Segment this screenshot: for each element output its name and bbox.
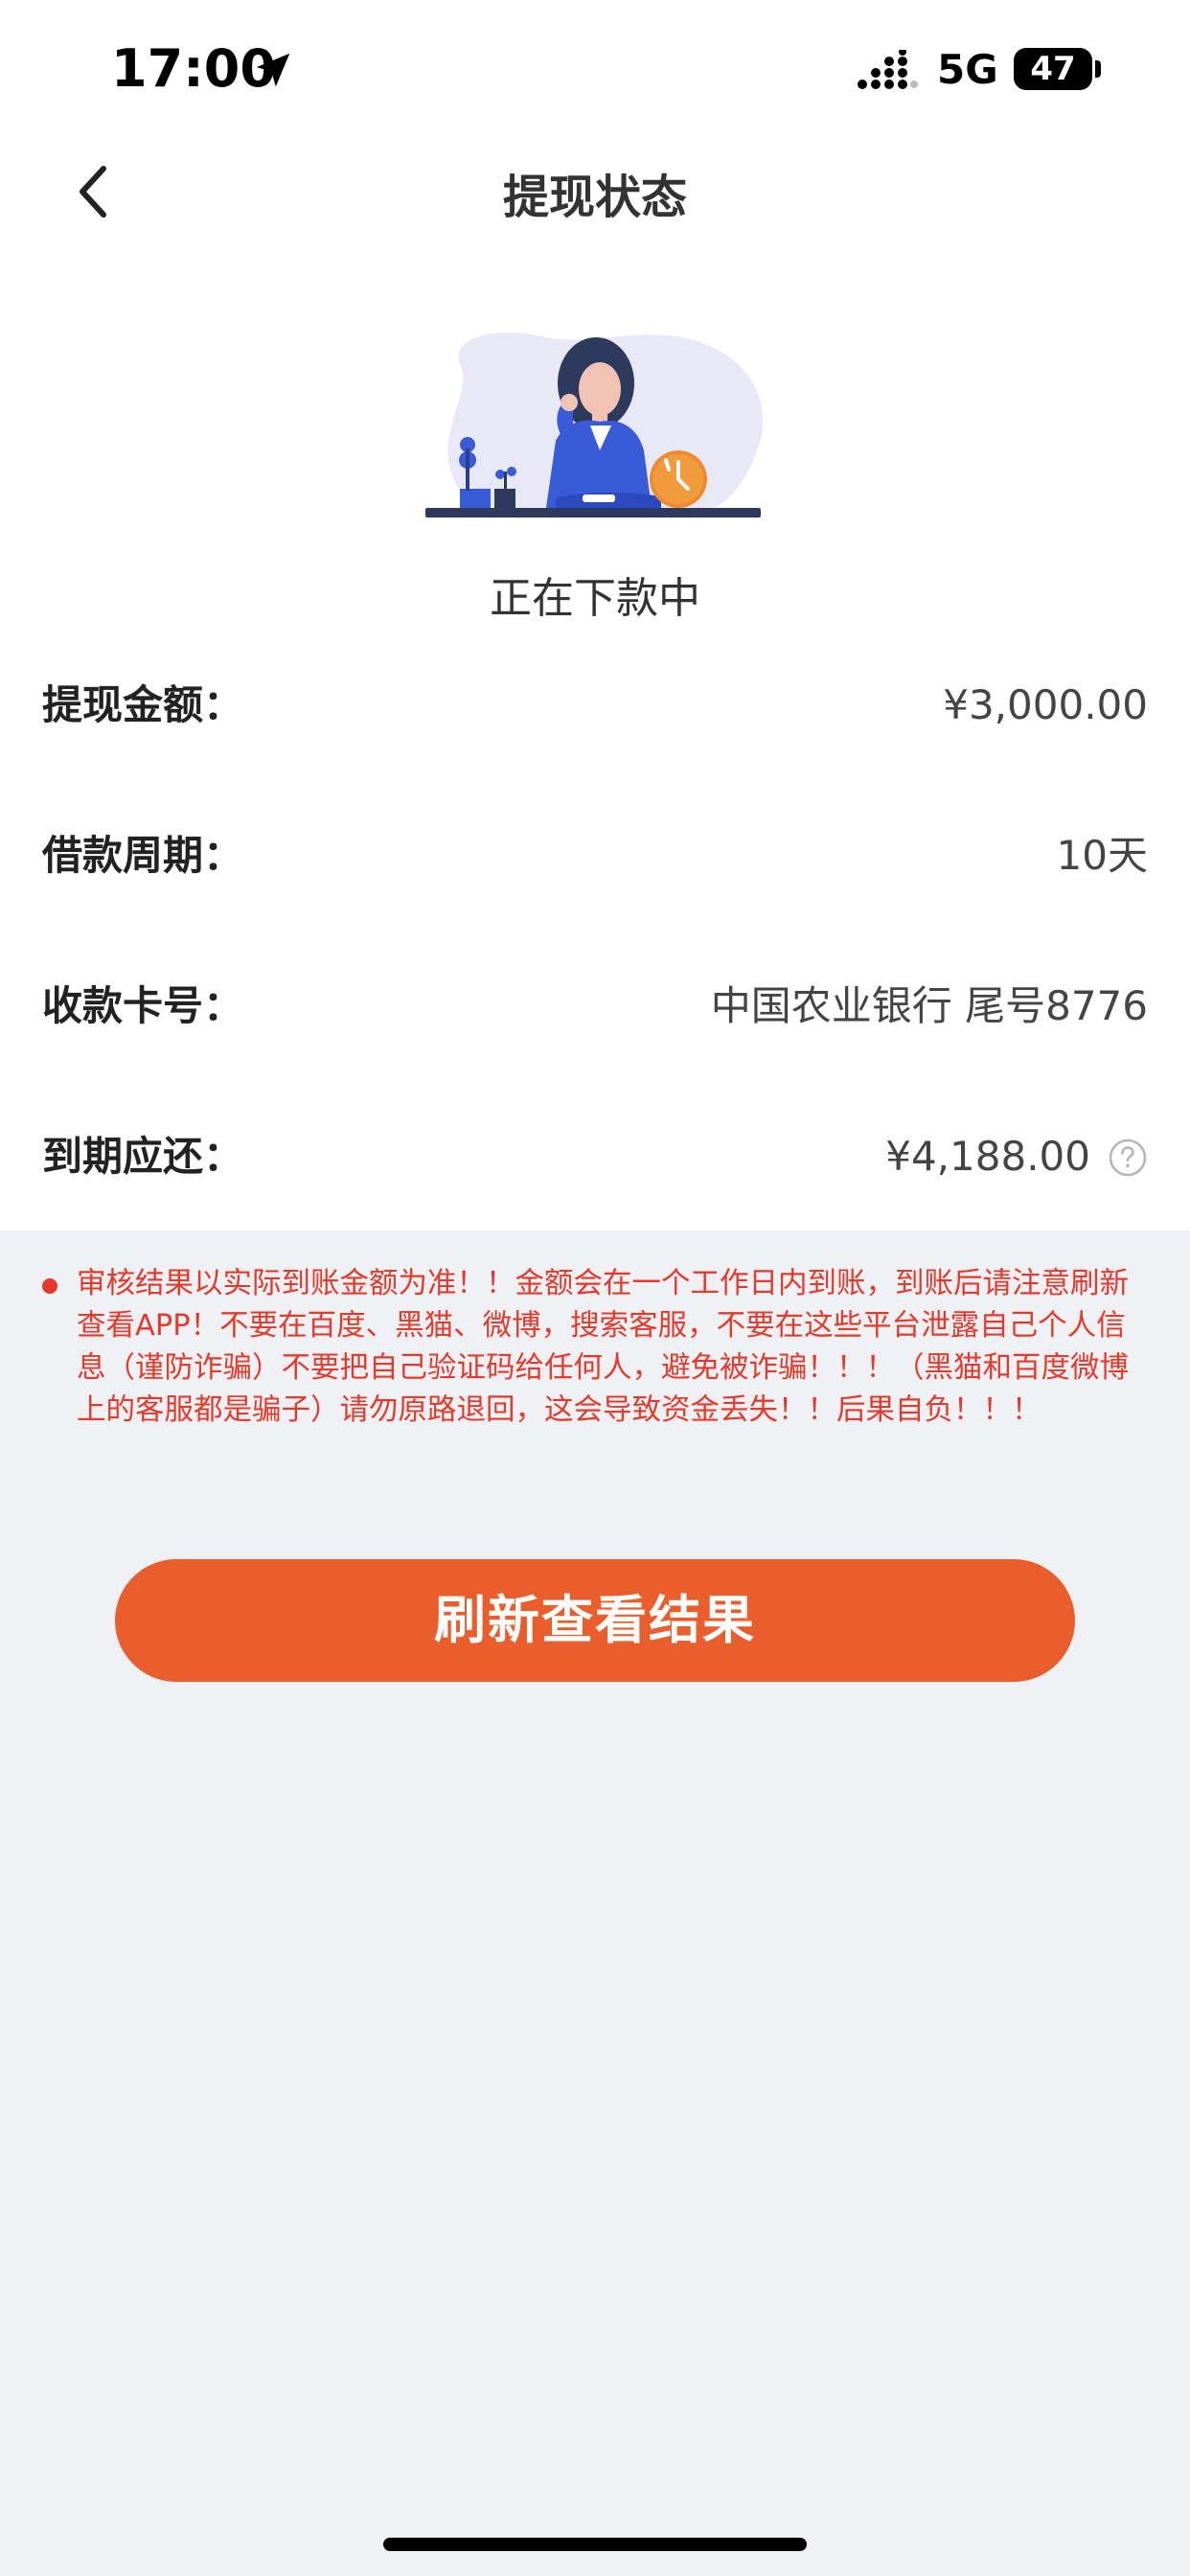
info-row-due: 到期应还： ¥4,188.00 — [42, 1118, 1148, 1195]
info-value: 10天 — [1056, 832, 1148, 879]
bullet-dot-icon — [42, 1278, 57, 1294]
info-label: 提现金额： — [42, 681, 244, 728]
info-label: 到期应还： — [42, 1133, 244, 1180]
warning-notice-text: 审核结果以实际到账金额为准！！金额会在一个工作日内到账，到账后请注意刷新查看AP… — [77, 1267, 1129, 1427]
info-row-amount: 提现金额： ¥3,000.00 — [42, 667, 1148, 744]
signal-icon — [858, 50, 918, 89]
network-type: 5G — [937, 46, 998, 93]
battery-indicator: 47 — [1014, 48, 1092, 90]
home-indicator — [383, 2538, 807, 2551]
info-label: 收款卡号： — [42, 982, 244, 1029]
withdraw-status-text: 正在下款中 — [490, 574, 700, 623]
refresh-result-button[interactable]: 刷新查看结果 — [115, 1559, 1075, 1682]
info-row-period: 借款周期： 10天 — [42, 817, 1148, 894]
info-value: 中国农业银行 尾号8776 — [710, 982, 1148, 1029]
status-bar: 17:00 5G 47 — [0, 0, 1190, 134]
info-row-card: 收款卡号： 中国农业银行 尾号8776 — [42, 968, 1148, 1045]
woman-waiting-clock-illustration — [425, 333, 764, 518]
question-circle-icon[interactable] — [1108, 1138, 1148, 1178]
battery-tip — [1095, 60, 1101, 78]
page-title: 提现状态 — [502, 171, 687, 224]
info-value: ¥3,000.00 — [943, 681, 1148, 728]
location-arrow-icon — [256, 53, 290, 87]
info-value: ¥4,188.00 — [885, 1133, 1090, 1180]
info-label: 借款周期： — [42, 832, 244, 879]
